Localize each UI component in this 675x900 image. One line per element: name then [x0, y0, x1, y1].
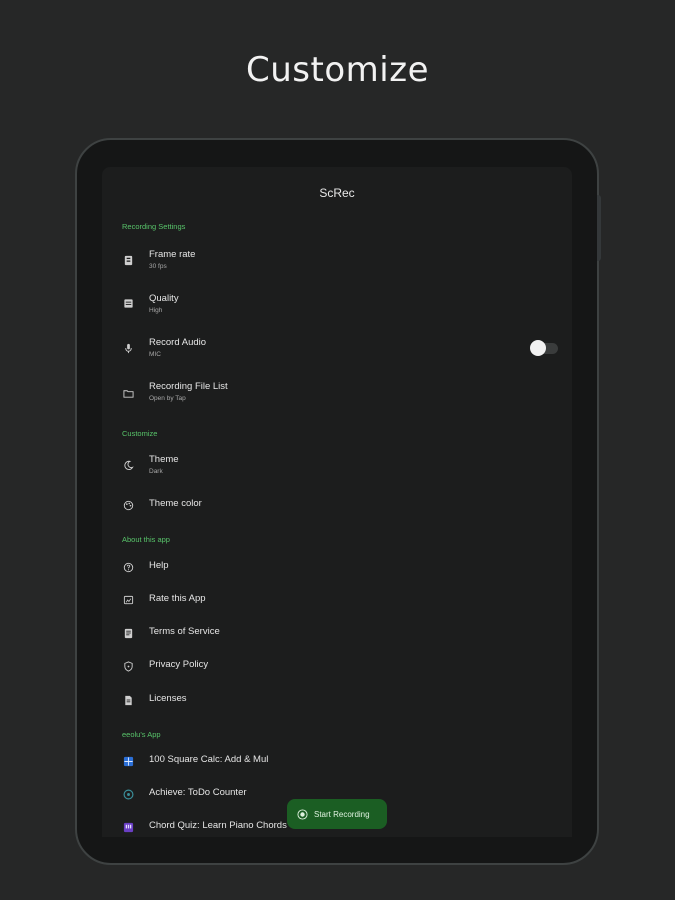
help-icon: [122, 561, 134, 573]
setting-quality[interactable]: Quality High: [102, 292, 572, 322]
terms-label: Terms of Service: [149, 626, 220, 637]
document-icon: [122, 627, 134, 639]
quality-title: Quality: [149, 293, 179, 304]
rate-label: Rate this App: [149, 593, 206, 604]
privacy-label: Privacy Policy: [149, 659, 209, 670]
file-list-title: Recording File List: [149, 381, 228, 392]
about-licenses[interactable]: Licenses: [102, 693, 572, 723]
start-recording-label: Start Recording: [314, 809, 370, 819]
about-rate-app[interactable]: Rate this App: [102, 593, 572, 623]
record-icon: [297, 808, 308, 820]
frame-rate-value: 30 fps: [149, 263, 167, 270]
grid-app-icon: [122, 755, 134, 767]
moon-icon: [122, 459, 134, 471]
app1-label: 100 Square Calc: Add & Mul: [149, 754, 269, 765]
app3-label: Chord Quiz: Learn Piano Chords: [149, 820, 287, 831]
section-header-recording: Recording Settings: [122, 222, 186, 231]
file-list-value: Open by Tap: [149, 395, 186, 402]
record-audio-title: Record Audio: [149, 337, 207, 348]
about-help[interactable]: Help: [102, 560, 572, 590]
theme-color-title: Theme color: [149, 498, 202, 509]
quality-icon: [122, 297, 134, 309]
setting-recording-file-list[interactable]: Recording File List Open by Tap: [102, 381, 572, 411]
page-headline: Customize: [246, 50, 429, 90]
piano-app-icon: [122, 821, 134, 833]
license-icon: [122, 694, 134, 706]
app2-label: Achieve: ToDo Counter: [149, 787, 247, 798]
record-audio-toggle[interactable]: [530, 340, 559, 356]
setting-record-audio[interactable]: Record Audio MIC: [102, 336, 572, 366]
quality-value: High: [149, 307, 163, 314]
app-100-square-calc[interactable]: 100 Square Calc: Add & Mul: [102, 754, 572, 784]
frame-rate-icon: [122, 254, 134, 266]
app-screen: ScRec Recording Settings Frame rate 30 f…: [102, 167, 572, 837]
setting-theme[interactable]: Theme Dark: [102, 454, 572, 484]
app-title: ScRec: [319, 186, 355, 200]
about-privacy[interactable]: Privacy Policy: [102, 659, 572, 689]
tablet-side-button: [597, 195, 601, 261]
setting-frame-rate[interactable]: Frame rate 30 fps: [102, 247, 572, 277]
setting-theme-color[interactable]: Theme color: [102, 498, 572, 528]
licenses-label: Licenses: [149, 693, 187, 704]
counter-app-icon: [122, 788, 134, 800]
rate-icon: [122, 594, 134, 606]
frame-rate-title: Frame rate: [149, 249, 196, 260]
shield-icon: [122, 660, 134, 672]
start-recording-button[interactable]: Start Recording: [287, 799, 387, 829]
folder-icon: [122, 387, 134, 399]
help-label: Help: [149, 560, 169, 571]
section-header-apps: eeolu's App: [122, 730, 161, 739]
palette-icon: [122, 499, 134, 511]
section-header-about: About this app: [122, 535, 170, 544]
theme-value: Dark: [149, 468, 163, 475]
microphone-icon: [122, 342, 134, 354]
about-terms[interactable]: Terms of Service: [102, 626, 572, 656]
theme-title: Theme: [149, 454, 179, 465]
section-header-customize: Customize: [122, 429, 158, 438]
toggle-thumb: [530, 340, 546, 356]
record-audio-value: MIC: [149, 351, 161, 358]
